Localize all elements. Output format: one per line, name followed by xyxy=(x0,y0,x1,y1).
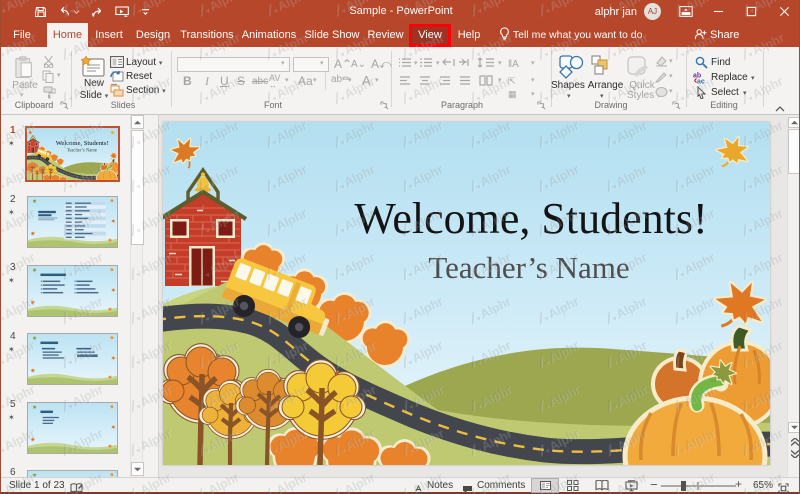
svg-text:⇱: ⇱ xyxy=(508,76,516,86)
svg-text:‖A: ‖A xyxy=(508,59,519,70)
svg-text:ac: ac xyxy=(697,79,705,85)
svg-text:▦: ▦ xyxy=(508,89,517,99)
